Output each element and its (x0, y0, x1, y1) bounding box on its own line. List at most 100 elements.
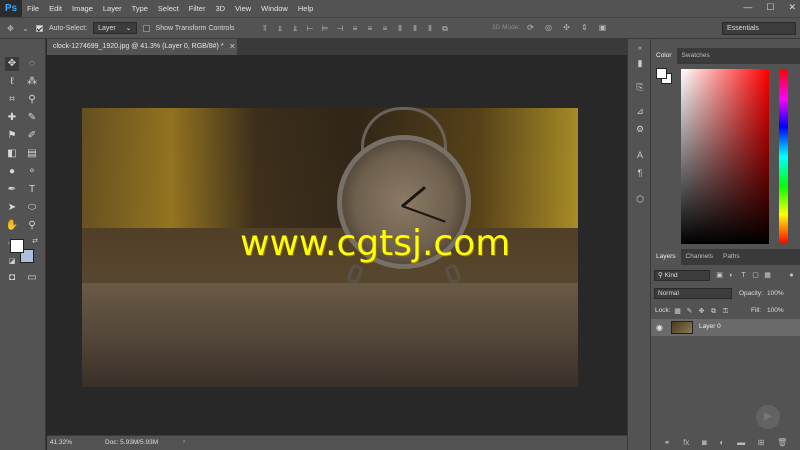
properties-panel-icon[interactable]: ⚙ (634, 123, 646, 135)
lock-image-icon[interactable]: ✎ (685, 307, 694, 316)
3d-pan-icon[interactable]: ✣ (562, 23, 571, 32)
lock-all-icon[interactable]: ⚿ (721, 307, 730, 316)
screen-mode-icon[interactable]: ▭ (25, 271, 39, 285)
menu-filter[interactable]: Filter (184, 4, 211, 13)
kind-filter-dropdown[interactable]: ⚲ Kind (654, 270, 710, 281)
trash-icon[interactable]: 🗑 (777, 438, 787, 447)
menu-window[interactable]: Window (256, 4, 293, 13)
quick-mask-icon[interactable]: ◘ (5, 271, 19, 285)
actions-panel-icon[interactable]: ⎘ (634, 81, 646, 93)
filter-shape-icon[interactable]: ▢ (751, 271, 760, 280)
menu-3d[interactable]: 3D (210, 4, 230, 13)
menu-view[interactable]: View (230, 4, 256, 13)
foreground-color-swatch[interactable] (10, 239, 24, 253)
path-selection-tool-icon[interactable]: ➤ (5, 201, 19, 215)
color-panel-foreground-swatch[interactable] (656, 68, 667, 79)
lock-position-icon[interactable]: ✥ (697, 307, 706, 316)
eraser-tool-icon[interactable]: ◧ (5, 147, 19, 161)
menu-type[interactable]: Type (127, 4, 153, 13)
distribute-left-icon[interactable]: ⦀ (396, 24, 405, 33)
move-tool-preset-icon[interactable]: ✥ (6, 24, 15, 33)
menu-layer[interactable]: Layer (98, 4, 127, 13)
filter-pixel-icon[interactable]: ▣ (715, 271, 724, 280)
filter-smart-object-icon[interactable]: ▦ (763, 271, 772, 280)
tab-paths[interactable]: Paths (718, 249, 745, 265)
align-right-icon[interactable]: ⊣ (336, 24, 345, 33)
move-tool-icon[interactable]: ✥ (5, 57, 19, 71)
dodge-tool-icon[interactable]: ⚬ (25, 165, 39, 179)
tab-swatches[interactable]: Swatches (677, 48, 715, 64)
layer-style-icon[interactable]: fx (683, 438, 689, 447)
shape-tool-icon[interactable]: ⬭ (25, 201, 39, 215)
layer-row[interactable]: ◉ Layer 0 (651, 319, 800, 336)
character-panel-icon[interactable]: A (634, 149, 646, 161)
history-panel-icon[interactable]: ▮ (634, 57, 646, 69)
zoom-tool-icon[interactable]: ⚲ (25, 219, 39, 233)
distribute-right-icon[interactable]: ⦀ (426, 24, 435, 33)
3d-roll-icon[interactable]: ◎ (544, 23, 553, 32)
auto-align-icon[interactable]: ⧉ (441, 24, 450, 33)
zoom-level[interactable]: 41.32% (50, 439, 72, 446)
brush-tool-icon[interactable]: ✎ (25, 111, 39, 125)
align-bottom-icon[interactable]: ⫫ (291, 24, 300, 33)
canvas-area[interactable]: www.cgtsj.com (47, 55, 627, 435)
lock-transparent-icon[interactable]: ▦ (673, 307, 682, 316)
align-left-icon[interactable]: ⊢ (306, 24, 315, 33)
clone-stamp-tool-icon[interactable]: ⚑ (5, 129, 19, 143)
filter-adjustment-icon[interactable]: ◐ (727, 271, 736, 280)
3d-scale-icon[interactable]: ▣ (598, 23, 607, 32)
paragraph-panel-icon[interactable]: ¶ (634, 167, 646, 179)
adjustments-panel-icon[interactable]: ⊿ (634, 105, 646, 117)
align-vcenter-icon[interactable]: ⫫ (276, 24, 285, 33)
3d-orbit-icon[interactable]: ⟳ (526, 23, 535, 32)
workspace-dropdown[interactable]: Essentials (722, 22, 796, 35)
distribute-hcenter-icon[interactable]: ⦀ (411, 24, 420, 33)
opacity-value[interactable]: 100% (767, 290, 784, 297)
eye-icon[interactable]: ◉ (656, 323, 663, 332)
show-transform-checkbox[interactable] (142, 24, 150, 32)
menu-file[interactable]: File (22, 4, 44, 13)
blend-mode-dropdown[interactable]: Normal (654, 288, 732, 299)
healing-brush-tool-icon[interactable]: ✚ (5, 111, 19, 125)
collapse-arrows-icon[interactable]: « (634, 43, 646, 55)
blur-tool-icon[interactable]: ● (5, 165, 19, 179)
layer-name[interactable]: Layer 0 (699, 323, 721, 330)
tab-channels[interactable]: Channels (681, 249, 718, 265)
document-tab[interactable]: clock-1274699_1920.jpg @ 41.3% (Layer 0,… (47, 39, 237, 55)
distribute-vcenter-icon[interactable]: ≡ (366, 24, 375, 33)
auto-select-target-dropdown[interactable]: Layer ⌄ (93, 22, 137, 34)
pen-tool-icon[interactable]: ✒ (5, 183, 19, 197)
3d-slide-icon[interactable]: ⇕ (580, 23, 589, 32)
close-tab-icon[interactable]: ✕ (229, 39, 236, 55)
color-picker-field[interactable] (681, 69, 769, 244)
default-colors-icon[interactable]: ◪ (5, 255, 19, 269)
3d-panel-icon[interactable]: ⬡ (634, 193, 646, 205)
chevron-right-icon[interactable]: › (183, 438, 185, 445)
menu-edit[interactable]: Edit (44, 4, 67, 13)
menu-help[interactable]: Help (293, 4, 318, 13)
new-group-icon[interactable]: ▬ (737, 438, 745, 447)
new-layer-icon[interactable]: ⊞ (758, 438, 765, 447)
fill-value[interactable]: 100% (767, 307, 784, 314)
close-button[interactable]: ✕ (788, 2, 796, 13)
history-brush-tool-icon[interactable]: ✐ (25, 129, 39, 143)
hue-slider[interactable] (779, 69, 788, 244)
chevron-down-icon[interactable]: ⌄ (21, 24, 30, 33)
gradient-tool-icon[interactable]: ▤ (25, 147, 39, 161)
link-layers-icon[interactable]: ⚭ (664, 438, 671, 447)
filter-type-icon[interactable]: T (739, 271, 748, 280)
tab-layers[interactable]: Layers (651, 249, 681, 265)
menu-select[interactable]: Select (153, 4, 184, 13)
marquee-tool-icon[interactable]: ◌ (25, 57, 39, 71)
magic-wand-tool-icon[interactable]: ⁂ (25, 75, 39, 89)
swap-colors-icon[interactable]: ⇄ (28, 235, 42, 249)
adjustment-layer-icon[interactable]: ◐ (720, 438, 725, 447)
add-mask-icon[interactable]: ◙ (702, 438, 707, 447)
minimize-button[interactable]: — (743, 2, 752, 13)
maximize-button[interactable]: ☐ (766, 2, 774, 13)
distribute-bottom-icon[interactable]: ≡ (381, 24, 390, 33)
lasso-tool-icon[interactable]: ℓ (5, 75, 19, 89)
distribute-top-icon[interactable]: ≡ (351, 24, 360, 33)
align-hcenter-icon[interactable]: ⊨ (321, 24, 330, 33)
align-top-icon[interactable]: ⫪ (261, 24, 270, 33)
